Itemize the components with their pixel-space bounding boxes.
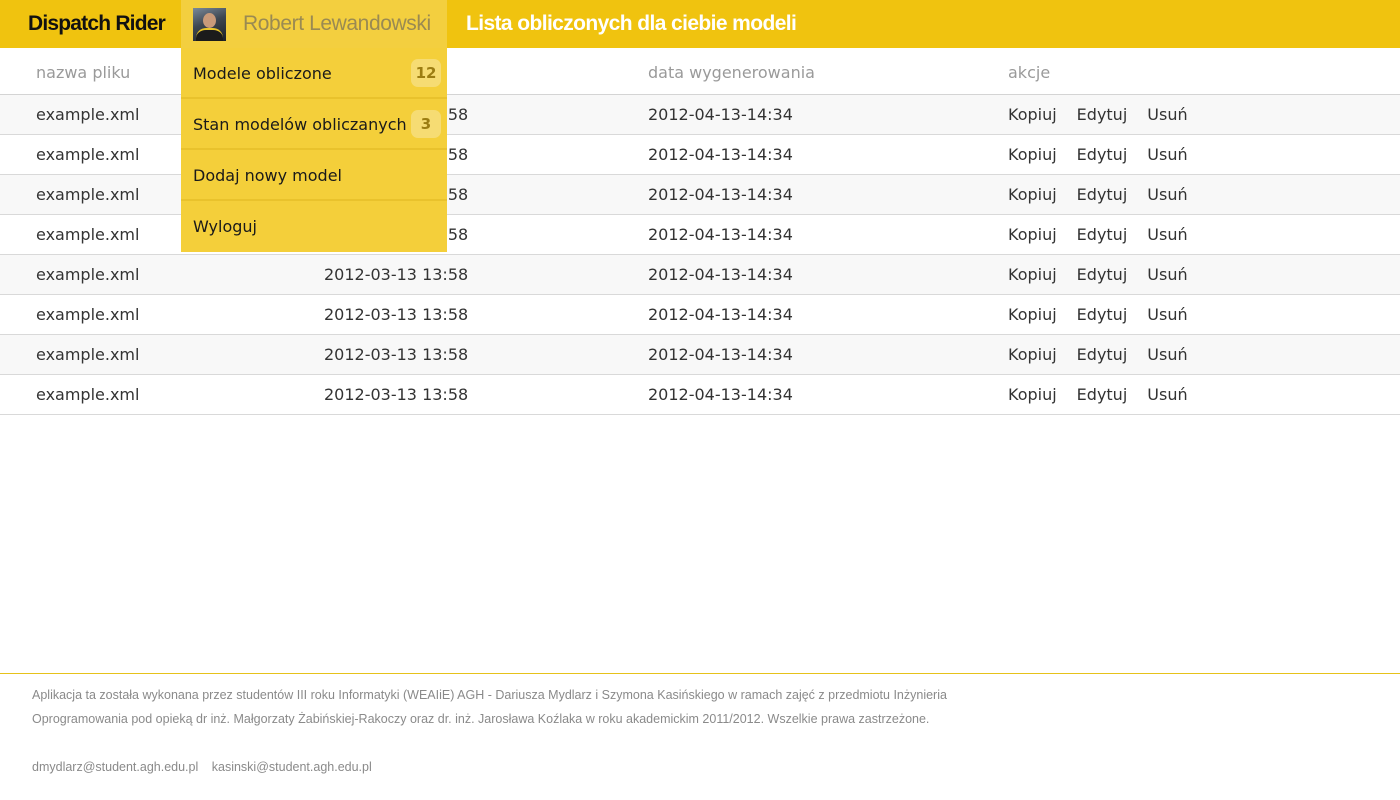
generated-date-cell: 2012-04-13-14:34 xyxy=(648,214,1008,255)
actions-cell: Kopiuj Edytuj Usuń xyxy=(1008,254,1400,295)
actions-cell: Kopiuj Edytuj Usuń xyxy=(1008,334,1400,375)
generated-date-cell: 2012-04-13-14:34 xyxy=(648,374,1008,415)
footer-credits: Aplikacja ta została wykonana przez stud… xyxy=(32,683,982,731)
actions-cell: Kopiuj Edytuj Usuń xyxy=(1008,94,1400,135)
file-name-cell: example.xml xyxy=(0,374,324,415)
edit-link[interactable]: Edytuj xyxy=(1077,145,1128,164)
copy-link[interactable]: Kopiuj xyxy=(1008,345,1057,364)
generated-date-cell: 2012-04-13-14:34 xyxy=(648,174,1008,215)
created-date-cell: 2012-03-13 13:58 xyxy=(324,334,648,375)
copy-link[interactable]: Kopiuj xyxy=(1008,105,1057,124)
delete-link[interactable]: Usuń xyxy=(1147,305,1187,324)
table-row: example.xml2012-03-13 13:582012-04-13-14… xyxy=(0,334,1400,375)
brand-logo[interactable]: Dispatch Rider xyxy=(28,0,166,48)
page-title: Lista obliczonych dla ciebie modeli xyxy=(466,12,797,35)
count-badge: 3 xyxy=(411,110,441,138)
top-bar: Dispatch Rider Robert Lewandowski Lista … xyxy=(0,0,1400,48)
created-date-cell: 2012-03-13 13:58 xyxy=(324,374,648,415)
user-name: Robert Lewandowski xyxy=(243,12,431,35)
copy-link[interactable]: Kopiuj xyxy=(1008,225,1057,244)
delete-link[interactable]: Usuń xyxy=(1147,385,1187,404)
delete-link[interactable]: Usuń xyxy=(1147,105,1187,124)
delete-link[interactable]: Usuń xyxy=(1147,185,1187,204)
file-name-cell: example.xml xyxy=(0,334,324,375)
file-name-cell: example.xml xyxy=(0,254,324,295)
menu-item-computed-models[interactable]: Modele obliczone 12 xyxy=(181,48,447,99)
delete-link[interactable]: Usuń xyxy=(1147,345,1187,364)
copy-link[interactable]: Kopiuj xyxy=(1008,305,1057,324)
actions-cell: Kopiuj Edytuj Usuń xyxy=(1008,374,1400,415)
copy-link[interactable]: Kopiuj xyxy=(1008,385,1057,404)
actions-cell: Kopiuj Edytuj Usuń xyxy=(1008,214,1400,255)
file-name-cell: example.xml xyxy=(0,294,324,335)
actions-cell: Kopiuj Edytuj Usuń xyxy=(1008,174,1400,215)
edit-link[interactable]: Edytuj xyxy=(1077,185,1128,204)
menu-item-models-in-progress[interactable]: Stan modelów obliczanych 3 xyxy=(181,99,447,150)
avatar xyxy=(193,8,226,41)
edit-link[interactable]: Edytuj xyxy=(1077,265,1128,284)
actions-cell: Kopiuj Edytuj Usuń xyxy=(1008,294,1400,335)
menu-item-label: Wyloguj xyxy=(193,217,257,236)
table-row: example.xml2012-03-13 13:582012-04-13-14… xyxy=(0,254,1400,295)
delete-link[interactable]: Usuń xyxy=(1147,225,1187,244)
menu-item-logout[interactable]: Wyloguj xyxy=(181,201,447,252)
email-link[interactable]: kasinski@student.agh.edu.pl xyxy=(212,760,372,774)
table-row: example.xml2012-03-13 13:582012-04-13-14… xyxy=(0,294,1400,335)
edit-link[interactable]: Edytuj xyxy=(1077,105,1128,124)
column-header-generated[interactable]: data wygenerowania xyxy=(648,50,1008,95)
generated-date-cell: 2012-04-13-14:34 xyxy=(648,294,1008,335)
menu-item-label: Dodaj nowy model xyxy=(193,166,342,185)
edit-link[interactable]: Edytuj xyxy=(1077,305,1128,324)
footer-credits-line: Aplikacja ta została wykonana przez stud… xyxy=(32,688,947,702)
generated-date-cell: 2012-04-13-14:34 xyxy=(648,254,1008,295)
table-row: example.xml2012-03-13 13:582012-04-13-14… xyxy=(0,374,1400,415)
copy-link[interactable]: Kopiuj xyxy=(1008,185,1057,204)
edit-link[interactable]: Edytuj xyxy=(1077,345,1128,364)
created-date-cell: 2012-03-13 13:58 xyxy=(324,254,648,295)
column-header-actions: akcje xyxy=(1008,50,1400,95)
copy-link[interactable]: Kopiuj xyxy=(1008,265,1057,284)
menu-item-label: Stan modelów obliczanych xyxy=(193,115,407,134)
actions-cell: Kopiuj Edytuj Usuń xyxy=(1008,134,1400,175)
delete-link[interactable]: Usuń xyxy=(1147,145,1187,164)
edit-link[interactable]: Edytuj xyxy=(1077,385,1128,404)
email-link[interactable]: dmydlarz@student.agh.edu.pl xyxy=(32,760,198,774)
copy-link[interactable]: Kopiuj xyxy=(1008,145,1057,164)
footer-divider xyxy=(0,673,1400,674)
delete-link[interactable]: Usuń xyxy=(1147,265,1187,284)
edit-link[interactable]: Edytuj xyxy=(1077,225,1128,244)
generated-date-cell: 2012-04-13-14:34 xyxy=(648,334,1008,375)
menu-item-add-model[interactable]: Dodaj nowy model xyxy=(181,150,447,201)
footer-credits-line: Oprogramowania pod opieką dr inż. Małgor… xyxy=(32,712,930,726)
created-date-cell: 2012-03-13 13:58 xyxy=(324,294,648,335)
menu-item-label: Modele obliczone xyxy=(193,64,332,83)
footer-contacts: dmydlarz@student.agh.edu.pl kasinski@stu… xyxy=(32,755,382,779)
count-badge: 12 xyxy=(411,59,441,87)
user-menu-toggle[interactable]: Robert Lewandowski xyxy=(181,0,447,48)
generated-date-cell: 2012-04-13-14:34 xyxy=(648,134,1008,175)
generated-date-cell: 2012-04-13-14:34 xyxy=(648,94,1008,135)
user-dropdown-menu: Modele obliczone 12 Stan modelów oblicza… xyxy=(181,48,447,252)
